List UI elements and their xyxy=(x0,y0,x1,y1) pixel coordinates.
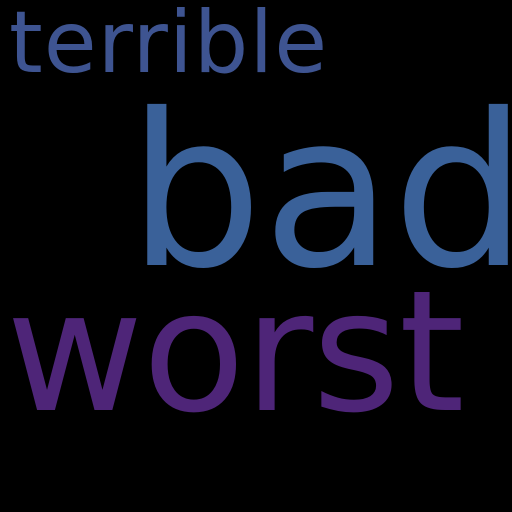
word-cloud: terrible bad worst xyxy=(0,0,512,512)
word-worst: worst xyxy=(6,254,465,450)
